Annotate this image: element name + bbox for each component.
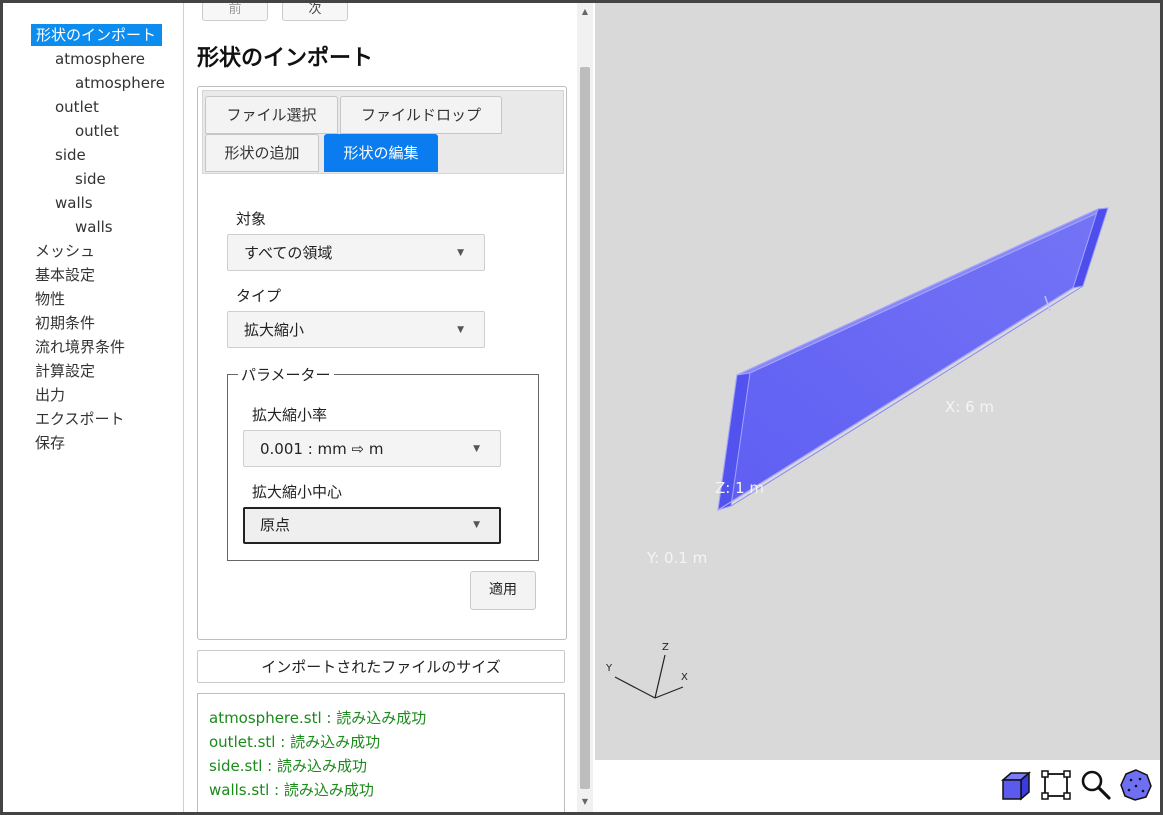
import-log: atmosphere.stl : 読み込み成功 outlet.stl : 読み込… — [197, 693, 565, 812]
fit-frame-icon[interactable] — [1039, 768, 1073, 802]
scroll-up-arrow-icon[interactable]: ▲ — [577, 7, 593, 16]
x-dimension-label: X: 6 m — [945, 398, 995, 416]
parameters-fieldset: パラメーター 拡大縮小率 0.001 : mm ⇨ m ▼ 拡大縮小中心 原点 … — [227, 364, 539, 561]
axis-y-label: Y — [606, 663, 613, 674]
target-label: 対象 — [236, 210, 267, 228]
scale-select[interactable]: 0.001 : mm ⇨ m ▼ — [243, 430, 501, 467]
scale-label: 拡大縮小率 — [252, 406, 328, 424]
type-select[interactable]: 拡大縮小 ▼ — [227, 311, 485, 348]
3d-viewer[interactable]: X: 6 m Y: 0.1 m Z: 1 m Z Y X — [595, 3, 1160, 760]
tab-file-drop[interactable]: ファイルドロップ — [340, 96, 502, 134]
sidebar-item-mesh[interactable]: メッシュ — [35, 240, 95, 262]
scroll-down-arrow-icon[interactable]: ▼ — [577, 797, 593, 806]
chevron-down-icon: ▼ — [457, 325, 464, 335]
sidebar-item-properties[interactable]: 物性 — [35, 288, 65, 310]
y-dimension-label: Y: 0.1 m — [647, 549, 708, 567]
tab-bar: ファイル選択 ファイルドロップ 形状の追加 形状の編集 — [202, 90, 564, 174]
parameters-legend: パラメーター — [238, 364, 334, 385]
imported-size-button[interactable]: インポートされたファイルのサイズ — [197, 650, 565, 683]
sidebar-item-side[interactable]: side — [55, 144, 86, 166]
sidebar-tree: 形状のインポート atmosphere atmosphere outlet ou… — [3, 3, 184, 812]
sidebar-item-atmosphere-child[interactable]: atmosphere — [75, 72, 165, 94]
type-select-value: 拡大縮小 — [244, 321, 305, 339]
scroll-thumb[interactable] — [580, 67, 590, 789]
panel-scrollbar[interactable]: ▲ ▼ — [577, 3, 593, 812]
scale-select-value: 0.001 : mm ⇨ m — [260, 440, 384, 458]
axis-x-label: X — [681, 672, 688, 683]
sidebar-item-side-child[interactable]: side — [75, 168, 106, 190]
sidebar-item-walls-child[interactable]: walls — [75, 216, 113, 238]
tab-edit-shape[interactable]: 形状の編集 — [324, 134, 438, 172]
sidebar-item-export[interactable]: エクスポート — [35, 408, 125, 430]
log-line: side.stl : 読み込み成功 — [209, 757, 367, 775]
settings-panel: 前 次 形状のインポート ファイル選択 ファイルドロップ 形状の追加 形状の編集… — [184, 3, 577, 812]
sidebar-item-outlet[interactable]: outlet — [55, 96, 99, 118]
prev-button[interactable]: 前 — [202, 3, 268, 21]
chevron-down-icon: ▼ — [473, 444, 480, 454]
tab-add-shape[interactable]: 形状の追加 — [205, 134, 319, 172]
log-line: outlet.stl : 読み込み成功 — [209, 733, 381, 751]
chevron-down-icon: ▼ — [457, 248, 464, 258]
target-select[interactable]: すべての領域 ▼ — [227, 234, 485, 271]
z-dimension-label: Z: 1 m — [715, 479, 765, 497]
sidebar-item-shape-import[interactable]: 形状のインポート — [31, 24, 163, 46]
zoom-icon[interactable] — [1079, 768, 1113, 802]
center-select[interactable]: 原点 ▼ — [243, 507, 501, 544]
3d-shape — [614, 207, 1109, 699]
type-label: タイプ — [236, 287, 282, 305]
sidebar-item-atmosphere[interactable]: atmosphere — [55, 48, 145, 70]
cube-view-icon[interactable] — [999, 768, 1033, 802]
log-line: atmosphere.stl : 読み込み成功 — [209, 709, 427, 727]
sidebar-item-output[interactable]: 出力 — [35, 384, 65, 406]
sidebar-item-boundary-conditions[interactable]: 流れ境界条件 — [35, 336, 125, 358]
viewer-toolbar — [595, 760, 1160, 812]
next-button[interactable]: 次 — [282, 3, 348, 21]
page-title: 形状のインポート — [197, 46, 374, 71]
sidebar-item-basic-settings[interactable]: 基本設定 — [35, 264, 95, 286]
center-label: 拡大縮小中心 — [252, 483, 343, 501]
sidebar-item-walls[interactable]: walls — [55, 192, 93, 214]
sidebar-item-save[interactable]: 保存 — [35, 432, 65, 454]
sidebar-item-calc-settings[interactable]: 計算設定 — [35, 360, 95, 382]
sidebar-item-outlet-child[interactable]: outlet — [75, 120, 119, 142]
chevron-down-icon: ▼ — [473, 520, 480, 530]
axis-z-label: Z — [662, 642, 669, 653]
sidebar-item-initial-conditions[interactable]: 初期条件 — [35, 312, 95, 334]
tab-file-select[interactable]: ファイル選択 — [205, 96, 338, 134]
apply-button[interactable]: 適用 — [470, 571, 536, 610]
edit-card: ファイル選択 ファイルドロップ 形状の追加 形状の編集 対象 すべての領域 ▼ … — [197, 86, 567, 640]
orbit-sphere-icon[interactable] — [1119, 768, 1153, 802]
log-line: walls.stl : 読み込み成功 — [209, 781, 374, 799]
center-select-value: 原点 — [260, 516, 291, 534]
target-select-value: すべての領域 — [244, 244, 333, 262]
